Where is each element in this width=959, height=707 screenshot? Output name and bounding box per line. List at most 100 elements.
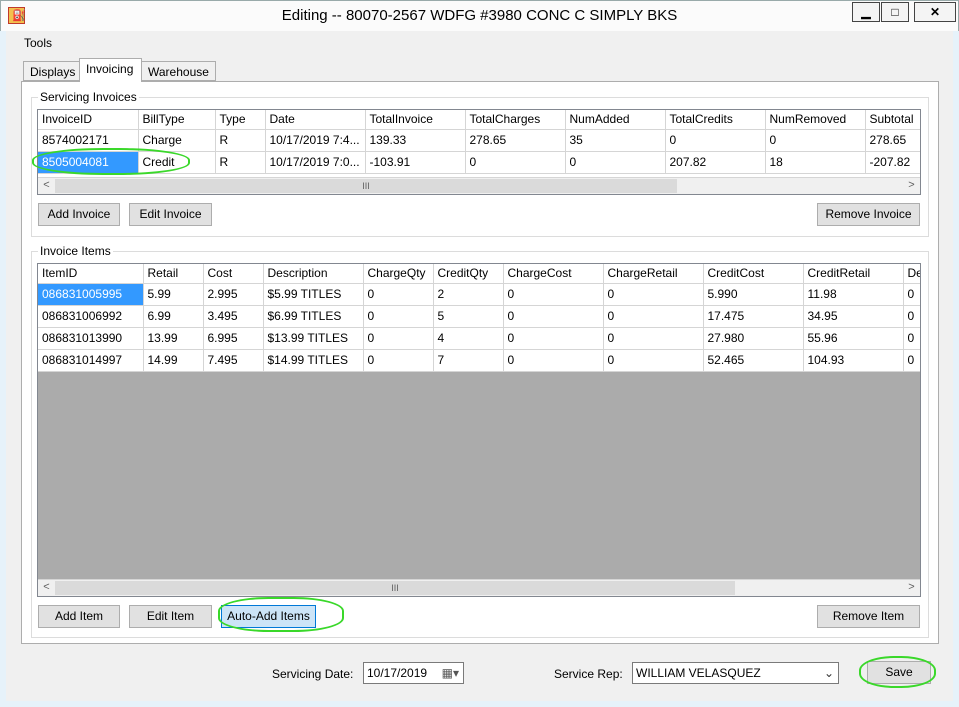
- table-cell[interactable]: 0: [503, 283, 604, 306]
- table-cell[interactable]: 5.990: [703, 283, 804, 306]
- add-item-button[interactable]: Add Item: [38, 605, 120, 628]
- table-cell[interactable]: 34.95: [803, 305, 904, 328]
- table-cell[interactable]: 35: [565, 129, 666, 152]
- table-cell[interactable]: 0: [903, 327, 920, 350]
- table-cell[interactable]: 0: [565, 151, 666, 174]
- table-cell[interactable]: 10/17/2019 7:0...: [265, 151, 366, 174]
- table-cell[interactable]: R: [215, 151, 266, 174]
- table-cell[interactable]: 0: [503, 327, 604, 350]
- table-cell[interactable]: Charge: [138, 129, 216, 152]
- table-cell[interactable]: 52.465: [703, 349, 804, 372]
- table-row[interactable]: 086831013990 13.99 6.995 $13.99 TITLES 0…: [38, 327, 920, 350]
- add-invoice-button[interactable]: Add Invoice: [38, 203, 120, 226]
- column-header[interactable]: ChargeRetail: [603, 264, 704, 284]
- menu-tools[interactable]: Tools: [24, 36, 52, 50]
- column-header[interactable]: TotalInvoice: [365, 110, 466, 130]
- table-cell[interactable]: 6.995: [203, 327, 264, 350]
- table-row[interactable]: 086831014997 14.99 7.495 $14.99 TITLES 0…: [38, 349, 920, 372]
- table-cell[interactable]: 0: [363, 349, 434, 372]
- invoice-items-grid[interactable]: ItemID Retail Cost Description ChargeQty…: [37, 263, 921, 597]
- calendar-icon[interactable]: ▦▾: [442, 663, 459, 683]
- table-cell[interactable]: 6.99: [143, 305, 204, 328]
- edit-item-button[interactable]: Edit Item: [129, 605, 212, 628]
- table-cell[interactable]: 0: [363, 305, 434, 328]
- tab-warehouse[interactable]: Warehouse: [141, 61, 216, 81]
- table-cell[interactable]: 14.99: [143, 349, 204, 372]
- table-cell[interactable]: 0: [363, 327, 434, 350]
- column-header[interactable]: ChargeQty: [363, 264, 434, 284]
- table-cell[interactable]: 086831014997: [38, 349, 144, 372]
- close-button[interactable]: ✕: [914, 2, 956, 22]
- column-header[interactable]: ItemID: [38, 264, 144, 284]
- table-cell[interactable]: 0: [363, 283, 434, 306]
- table-cell[interactable]: $13.99 TITLES: [263, 327, 364, 350]
- table-cell[interactable]: -207.82: [865, 151, 920, 174]
- column-header[interactable]: InvoiceID: [38, 110, 139, 130]
- scroll-thumb[interactable]: III: [55, 179, 677, 193]
- table-cell[interactable]: 139.33: [365, 129, 466, 152]
- chevron-down-icon[interactable]: ⌄: [824, 663, 834, 683]
- table-cell[interactable]: 0: [665, 129, 766, 152]
- table-cell[interactable]: 0: [503, 349, 604, 372]
- column-header[interactable]: Retail: [143, 264, 204, 284]
- table-cell[interactable]: 13.99: [143, 327, 204, 350]
- table-cell[interactable]: 2: [433, 283, 504, 306]
- column-header[interactable]: Subtotal: [865, 110, 920, 130]
- scroll-right-icon[interactable]: >: [903, 178, 920, 194]
- column-header[interactable]: Type: [215, 110, 266, 130]
- column-header[interactable]: CreditRetail: [803, 264, 904, 284]
- table-cell[interactable]: 104.93: [803, 349, 904, 372]
- column-header[interactable]: NumRemoved: [765, 110, 866, 130]
- servicing-date-picker[interactable]: 10/17/2019 ▦▾: [363, 662, 464, 684]
- table-cell[interactable]: 0: [603, 327, 704, 350]
- column-header[interactable]: NumAdded: [565, 110, 666, 130]
- table-cell[interactable]: $6.99 TITLES: [263, 305, 364, 328]
- table-cell[interactable]: 5: [433, 305, 504, 328]
- table-cell[interactable]: 0: [903, 283, 920, 306]
- horizontal-scrollbar[interactable]: < III >: [38, 579, 920, 596]
- table-row[interactable]: 8574002171 Charge R 10/17/2019 7:4... 13…: [38, 129, 920, 152]
- minimize-button[interactable]: ▁: [852, 2, 880, 22]
- table-cell[interactable]: $5.99 TITLES: [263, 283, 364, 306]
- scroll-left-icon[interactable]: <: [38, 580, 55, 596]
- table-cell[interactable]: 086831006992: [38, 305, 144, 328]
- table-cell[interactable]: 55.96: [803, 327, 904, 350]
- table-cell[interactable]: 4: [433, 327, 504, 350]
- column-header[interactable]: TotalCredits: [665, 110, 766, 130]
- column-header[interactable]: Description: [263, 264, 364, 284]
- column-header[interactable]: CreditCost: [703, 264, 804, 284]
- horizontal-scrollbar[interactable]: < III >: [38, 177, 920, 194]
- remove-invoice-button[interactable]: Remove Invoice: [817, 203, 920, 226]
- scroll-right-icon[interactable]: >: [903, 580, 920, 596]
- scroll-thumb[interactable]: III: [55, 581, 735, 595]
- table-cell[interactable]: 2.995: [203, 283, 264, 306]
- edit-invoice-button[interactable]: Edit Invoice: [129, 203, 212, 226]
- column-header[interactable]: CreditQty: [433, 264, 504, 284]
- column-header[interactable]: Date: [265, 110, 366, 130]
- tab-invoicing[interactable]: Invoicing: [79, 58, 142, 82]
- table-cell[interactable]: 0: [903, 349, 920, 372]
- table-cell[interactable]: 278.65: [865, 129, 920, 152]
- table-row[interactable]: 086831006992 6.99 3.495 $6.99 TITLES 0 5…: [38, 305, 920, 328]
- table-cell[interactable]: 0: [765, 129, 866, 152]
- column-header[interactable]: ChargeCost: [503, 264, 604, 284]
- table-cell[interactable]: -103.91: [365, 151, 466, 174]
- column-header[interactable]: De: [903, 264, 920, 284]
- table-cell[interactable]: 7.495: [203, 349, 264, 372]
- table-cell[interactable]: R: [215, 129, 266, 152]
- scroll-left-icon[interactable]: <: [38, 178, 55, 194]
- table-cell[interactable]: 0: [603, 349, 704, 372]
- column-header[interactable]: TotalCharges: [465, 110, 566, 130]
- table-cell[interactable]: 0: [603, 305, 704, 328]
- table-cell[interactable]: 5.99: [143, 283, 204, 306]
- table-cell[interactable]: 0: [465, 151, 566, 174]
- table-cell[interactable]: 27.980: [703, 327, 804, 350]
- table-cell[interactable]: 3.495: [203, 305, 264, 328]
- table-cell[interactable]: 207.82: [665, 151, 766, 174]
- table-cell[interactable]: 10/17/2019 7:4...: [265, 129, 366, 152]
- table-cell[interactable]: 11.98: [803, 283, 904, 306]
- table-cell[interactable]: $14.99 TITLES: [263, 349, 364, 372]
- table-cell[interactable]: 086831013990: [38, 327, 144, 350]
- table-cell[interactable]: 0: [903, 305, 920, 328]
- table-cell-selected[interactable]: 086831005995: [38, 283, 144, 306]
